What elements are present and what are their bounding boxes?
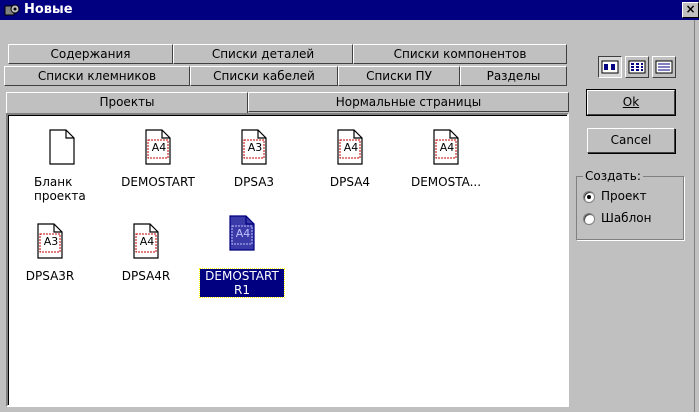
- item-label: DPSA3R: [25, 269, 75, 283]
- large-icons-icon: [601, 60, 619, 74]
- item-label: DPSA3: [233, 175, 275, 189]
- close-button[interactable]: ×: [682, 2, 699, 18]
- ok-button[interactable]: Ok: [586, 89, 676, 116]
- item-label: DPSA4R: [121, 269, 171, 283]
- tab-contents[interactable]: Содержания: [8, 44, 173, 64]
- app-icon: [4, 4, 20, 16]
- item-label: DEMOSTART R1: [199, 268, 285, 298]
- sheet-format-label: A4: [343, 141, 359, 154]
- sheet-format-label: A4: [235, 227, 251, 240]
- list-item[interactable]: A3 DPSA3: [206, 129, 302, 209]
- sheet-format-label: A4: [139, 235, 155, 248]
- item-label: DPSA4: [329, 175, 371, 189]
- radio-dot-checked: [583, 191, 595, 203]
- list-item[interactable]: A3 DPSA3R: [2, 223, 98, 303]
- blank-page-icon: [49, 129, 75, 165]
- list-item[interactable]: Бланк проекта: [14, 129, 110, 209]
- window-title: Новые: [24, 2, 73, 17]
- create-group-label: Создать:: [583, 169, 643, 183]
- list-item[interactable]: A4 DEMOSTA...: [398, 129, 494, 209]
- tab-parts-lists[interactable]: Списки деталей: [173, 44, 353, 64]
- list-item[interactable]: A4 DEMOSTART: [110, 129, 206, 209]
- radio-template[interactable]: Шаблон: [583, 211, 683, 229]
- tab-terminal-lists[interactable]: Списки клемников: [4, 66, 190, 86]
- item-label: DEMOSTART: [121, 175, 195, 189]
- list-item[interactable]: A4 DPSA4R: [98, 223, 194, 303]
- list-item[interactable]: A4 DPSA4: [302, 129, 398, 209]
- radio-template-label: Шаблон: [601, 211, 652, 225]
- window-edge: [694, 20, 699, 412]
- list-item-selected[interactable]: A4 DEMOSTART R1: [194, 215, 290, 315]
- details-view-button[interactable]: [652, 56, 676, 78]
- sheet-format-label: A3: [247, 141, 263, 154]
- item-label: DEMOSTA...: [410, 175, 482, 189]
- ok-label: Ok: [622, 95, 640, 109]
- title-bar: Новые ×: [0, 0, 699, 20]
- tab-projects[interactable]: Проекты: [6, 92, 248, 113]
- sheet-format-label: A3: [43, 235, 59, 248]
- items-panel: Бланк проекта A4 DEMOSTART A3 DPSA3 A4 D…: [6, 113, 569, 407]
- sheet-format-label: A4: [151, 141, 167, 154]
- item-label: Бланк проекта: [34, 175, 86, 203]
- details-icon: [655, 60, 673, 74]
- tab-sections[interactable]: Разделы: [460, 66, 567, 86]
- tab-pu-lists[interactable]: Списки ПУ: [338, 66, 460, 86]
- tab-normal-pages[interactable]: Нормальные страницы: [248, 92, 569, 112]
- radio-dot: [583, 213, 595, 225]
- cancel-button[interactable]: Cancel: [587, 128, 675, 153]
- radio-project-label: Проект: [601, 189, 647, 203]
- small-icons-icon: [628, 60, 646, 74]
- cancel-label: Cancel: [610, 133, 652, 147]
- tab-component-lists[interactable]: Списки компонентов: [353, 44, 567, 64]
- sheet-format-label: A4: [439, 141, 455, 154]
- radio-project[interactable]: Проект: [583, 189, 683, 207]
- large-icons-view-button[interactable]: [598, 56, 622, 78]
- small-icons-view-button[interactable]: [625, 56, 649, 78]
- create-group: Создать: Проект Шаблон: [576, 169, 684, 240]
- tab-cable-lists[interactable]: Списки кабелей: [190, 66, 338, 86]
